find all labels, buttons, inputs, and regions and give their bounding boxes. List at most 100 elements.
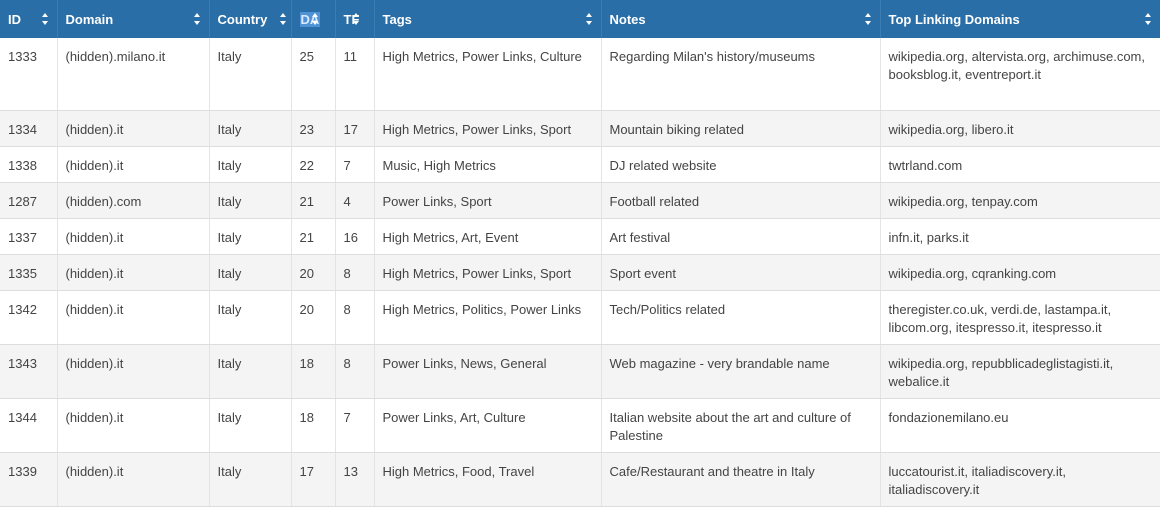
cell-tags: High Metrics, Art, Event (374, 218, 602, 255)
cell-tags: Power Links, Sport (374, 182, 602, 219)
cell-country: Italy (209, 398, 292, 453)
cell-notes: Football related (601, 182, 881, 219)
cell-top-linking-domains: fondazionemilano.eu (880, 398, 1160, 453)
cell-country: Italy (209, 218, 292, 255)
cell-id: 1344 (0, 398, 58, 453)
cell-top-linking-domains: theregister.co.uk, verdi.de, lastampa.it… (880, 290, 1160, 345)
cell-notes: Regarding Milan's history/museums (601, 38, 881, 111)
cell-tf: 7 (335, 146, 375, 183)
cell-tf: 4 (335, 182, 375, 219)
cell-notes: Art festival (601, 218, 881, 255)
cell-id: 1334 (0, 110, 58, 147)
sort-icon (1145, 13, 1151, 25)
table-row: 1343 (hidden).it Italy 18 8 Power Links,… (0, 344, 1160, 399)
cell-da: 18 (291, 344, 336, 399)
cell-domain: (hidden).com (57, 182, 210, 219)
cell-da: 20 (291, 254, 336, 291)
column-header-tags[interactable]: Tags (374, 0, 602, 38)
cell-id: 1343 (0, 344, 58, 399)
table-row: 1333 (hidden).milano.it Italy 25 11 High… (0, 38, 1160, 111)
column-header-id[interactable]: ID (0, 0, 58, 38)
cell-top-linking-domains: wikipedia.org, tenpay.com (880, 182, 1160, 219)
cell-domain: (hidden).it (57, 146, 210, 183)
table-row: 1287 (hidden).com Italy 21 4 Power Links… (0, 182, 1160, 219)
table-row: 1334 (hidden).it Italy 23 17 High Metric… (0, 110, 1160, 147)
sort-icon (585, 13, 592, 25)
cell-da: 20 (291, 290, 336, 345)
cell-top-linking-domains: twtrland.com (880, 146, 1160, 183)
cell-country: Italy (209, 344, 292, 399)
cell-id: 1339 (0, 452, 58, 507)
cell-tf: 7 (335, 398, 375, 453)
table-row: 1342 (hidden).it Italy 20 8 High Metrics… (0, 290, 1160, 345)
cell-da: 17 (291, 452, 336, 507)
cell-id: 1333 (0, 38, 58, 111)
sort-icon (279, 13, 286, 25)
cell-country: Italy (209, 182, 292, 219)
cell-tf: 8 (335, 290, 375, 345)
cell-notes: Tech/Politics related (601, 290, 881, 345)
cell-tf: 8 (335, 344, 375, 399)
cell-top-linking-domains: wikipedia.org, libero.it (880, 110, 1160, 147)
cell-tags: High Metrics, Power Links, Culture (374, 38, 602, 111)
cell-id: 1342 (0, 290, 58, 345)
table-row: 1337 (hidden).it Italy 21 16 High Metric… (0, 218, 1160, 255)
cell-tags: Music, High Metrics (374, 146, 602, 183)
cell-domain: (hidden).it (57, 452, 210, 507)
cell-notes: Italian website about the art and cultur… (601, 398, 881, 453)
cell-da: 25 (291, 38, 336, 111)
cell-domain: (hidden).it (57, 110, 210, 147)
cell-domain: (hidden).it (57, 344, 210, 399)
sort-icon (193, 13, 200, 25)
cell-top-linking-domains: wikipedia.org, cqranking.com (880, 254, 1160, 291)
cell-domain: (hidden).it (57, 290, 210, 345)
cell-country: Italy (209, 290, 292, 345)
cell-domain: (hidden).it (57, 254, 210, 291)
table-row: 1339 (hidden).it Italy 17 13 High Metric… (0, 452, 1160, 507)
cell-id: 1287 (0, 182, 58, 219)
cell-da: 18 (291, 398, 336, 453)
cell-top-linking-domains: wikipedia.org, altervista.org, archimuse… (880, 38, 1160, 111)
cell-id: 1335 (0, 254, 58, 291)
cell-da: 21 (291, 182, 336, 219)
cell-tf: 13 (335, 452, 375, 507)
column-header-country[interactable]: Country (209, 0, 292, 38)
cell-notes: Mountain biking related (601, 110, 881, 147)
column-header-top-linking-domains[interactable]: Top Linking Domains (880, 0, 1160, 38)
table-header-row: ID Domain Country DA TF Tags Notes Top L… (0, 0, 1160, 38)
table-row: 1338 (hidden).it Italy 22 7 Music, High … (0, 146, 1160, 183)
sort-icon (352, 13, 359, 25)
cell-tags: Power Links, News, General (374, 344, 602, 399)
cell-country: Italy (209, 452, 292, 507)
cell-top-linking-domains: luccatourist.it, italiadiscovery.it, ita… (880, 452, 1160, 507)
table-row: 1335 (hidden).it Italy 20 8 High Metrics… (0, 254, 1160, 291)
column-header-da[interactable]: DA (291, 0, 336, 38)
column-header-notes[interactable]: Notes (601, 0, 881, 38)
sort-icon (864, 13, 871, 25)
cell-id: 1338 (0, 146, 58, 183)
cell-notes: DJ related website (601, 146, 881, 183)
cell-notes: Cafe/Restaurant and theatre in Italy (601, 452, 881, 507)
cell-id: 1337 (0, 218, 58, 255)
cell-notes: Sport event (601, 254, 881, 291)
sort-icon (41, 13, 48, 25)
cell-da: 23 (291, 110, 336, 147)
cell-da: 22 (291, 146, 336, 183)
sort-icon (311, 13, 318, 25)
cell-tags: High Metrics, Politics, Power Links (374, 290, 602, 345)
column-header-domain[interactable]: Domain (57, 0, 210, 38)
cell-da: 21 (291, 218, 336, 255)
cell-country: Italy (209, 110, 292, 147)
cell-top-linking-domains: wikipedia.org, repubblicadeglistagisti.i… (880, 344, 1160, 399)
cell-tags: High Metrics, Food, Travel (374, 452, 602, 507)
table-row: 1344 (hidden).it Italy 18 7 Power Links,… (0, 398, 1160, 453)
cell-tags: High Metrics, Power Links, Sport (374, 110, 602, 147)
cell-tags: High Metrics, Power Links, Sport (374, 254, 602, 291)
domains-table: ID Domain Country DA TF Tags Notes Top L… (0, 0, 1160, 507)
cell-tf: 11 (335, 38, 375, 111)
column-header-tf[interactable]: TF (335, 0, 375, 38)
cell-domain: (hidden).it (57, 398, 210, 453)
cell-tags: Power Links, Art, Culture (374, 398, 602, 453)
cell-tf: 8 (335, 254, 375, 291)
cell-country: Italy (209, 38, 292, 111)
